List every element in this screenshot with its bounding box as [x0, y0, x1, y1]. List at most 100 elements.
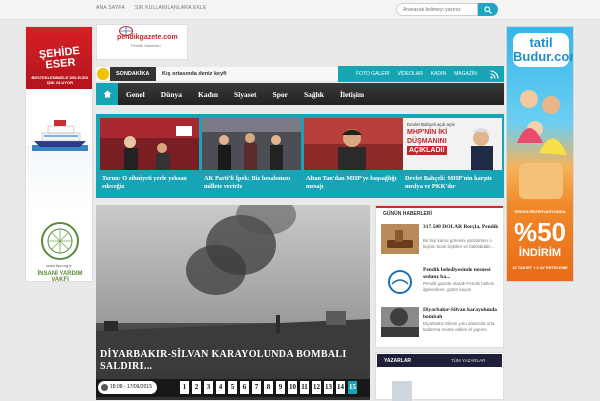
- slider-page-button[interactable]: 12: [312, 381, 321, 394]
- writers-header: YAZARLAR TÜM YAZARLAR: [377, 354, 502, 367]
- featured-story-time: 18:08 - 17/09/2015: [98, 381, 157, 394]
- headline-caption: Torun: O zihniyeti yerle yeksan edeceğiz: [102, 175, 187, 190]
- bookmark-link[interactable]: SIK KULLANILANLARA EKLE: [135, 5, 207, 11]
- nav-item-iletisim[interactable]: İletişim: [332, 90, 372, 99]
- headline-card[interactable]: AK Parti'li İpek: Biz hesabımızı millete…: [202, 118, 301, 196]
- slider-page-button[interactable]: 15: [348, 381, 357, 394]
- ad-indirim: İNDİRİM: [518, 247, 562, 259]
- headline-caption: Altan Tan'dan MHP'ye başsağlığı mesajı: [306, 175, 397, 190]
- ad-discount: %50: [513, 217, 567, 247]
- search-input[interactable]: [396, 3, 478, 16]
- news-title: Diyarbakır-Silvan karayolunda bombalı: [423, 307, 497, 320]
- slider-page-button[interactable]: 7: [252, 381, 261, 394]
- news-item[interactable]: Pendik belediyesinde nesnesi sedanz ba..…: [381, 267, 502, 307]
- slider-page-button[interactable]: 6: [240, 381, 249, 394]
- search-button[interactable]: [478, 3, 498, 16]
- home-button[interactable]: [96, 83, 118, 105]
- slider-page-button[interactable]: 10: [288, 381, 297, 394]
- featured-story-title[interactable]: DİYARBAKIR-SİLVAN KARAYOLUNDA BOMBALI SA…: [100, 349, 360, 373]
- smoke: [186, 245, 246, 295]
- logo-tagline: Pendik Haberleri: [131, 43, 161, 48]
- main-nav: Genel Dünya Kadın Siyaset Spor Sağlık İl…: [96, 83, 504, 105]
- headline-image-line: AÇIKLADI!: [407, 146, 447, 155]
- slider-page-button[interactable]: 4: [216, 381, 225, 394]
- ad-sea: [26, 145, 92, 215]
- home-link[interactable]: ANA SAYFA: [96, 5, 125, 11]
- slider-page-button[interactable]: 3: [204, 381, 213, 394]
- news-desc: Pendik gazete olarak Pendik halkını ilgi…: [423, 281, 495, 292]
- ship-image: [32, 120, 88, 151]
- secondary-nav: FOTO GALERİ VİDEOLAR KADIN MAGAZİN: [338, 66, 504, 82]
- daily-news-header: GÜNÜN HABERLERİ: [376, 206, 503, 219]
- subnav-magazine[interactable]: MAGAZİN: [454, 71, 477, 77]
- ad-brand: tatil Budur.com: [513, 35, 573, 64]
- headline-image-line: MHP'NİN İKİ: [407, 129, 448, 136]
- breaking-indicator-icon: [97, 68, 109, 80]
- news-title: Pendik belediyesinde nesnesi sedanz ba..…: [423, 267, 491, 280]
- headline-image-text: Devlet Bahçeli açık açık MHP'NİN İKİ DÜŞ…: [407, 122, 471, 155]
- top-bar: ANA SAYFA SIK KULLANILANLARA EKLE: [0, 0, 600, 20]
- site-logo[interactable]: pendikgazete.com Pendik Haberleri: [96, 24, 188, 60]
- foundation-seal-icon: [41, 222, 79, 260]
- featured-story-meta: 18:08 - 17/09/2015 1 2 3 4 5 6 7 8 9 10 11 12 13 14 15: [96, 379, 370, 397]
- all-writers-link[interactable]: TÜM YAZARLAR: [451, 358, 485, 363]
- slider-page-button[interactable]: 14: [336, 381, 345, 394]
- news-item[interactable]: Diyarbakır-Silvan karayolunda bombalı Di…: [381, 307, 502, 347]
- news-thumbnail: [381, 307, 419, 337]
- top-links: ANA SAYFA SIK KULLANILANLARA EKLE: [96, 5, 207, 11]
- daily-news-title: GÜNÜN HABERLERİ: [383, 211, 432, 217]
- slider-page-button[interactable]: 13: [324, 381, 333, 394]
- nav-item-kadin[interactable]: Kadın: [190, 90, 226, 99]
- rss-icon[interactable]: [490, 70, 499, 79]
- avatar[interactable]: [392, 381, 412, 401]
- nav-item-siyaset[interactable]: Siyaset: [226, 90, 265, 99]
- news-desc: Diyarbakır-Silvan yolu arasında orta kal…: [423, 321, 495, 332]
- writers-panel: YAZARLAR TÜM YAZARLAR: [375, 352, 504, 401]
- nav-item-genel[interactable]: Genel: [118, 90, 153, 99]
- ad-url: www.iiyv.org.tr: [46, 263, 72, 268]
- news-title: 317.500 DOLAR Borçla, Pendik: [423, 224, 499, 230]
- headline-caption: AK Parti'li İpek: Biz hesabımızı millete…: [204, 175, 291, 190]
- slider-page-button[interactable]: 1: [180, 381, 189, 394]
- ad-early-text: ERKEN REZERVASYONDA: [514, 209, 566, 214]
- breaking-news-link[interactable]: Kış ortasında deniz keyfi: [162, 71, 227, 77]
- nav-item-dunya[interactable]: Dünya: [153, 90, 190, 99]
- news-thumbnail: [381, 267, 419, 297]
- slider-page-button[interactable]: 5: [228, 381, 237, 394]
- left-banner-ad[interactable]: ŞEHİDE ESER BESTEKLENİNİZLE DELECEK IŞIK…: [25, 26, 93, 283]
- nav-item-spor[interactable]: Spor: [265, 90, 296, 99]
- subnav-videos[interactable]: VİDEOLAR: [398, 71, 423, 77]
- headline-strip: Torun: O zihniyeti yerle yeksan edeceğiz…: [96, 114, 504, 198]
- slider-page-button[interactable]: 2: [192, 381, 201, 394]
- search-icon: [484, 6, 492, 14]
- logo-brand: pendikgazete.com: [117, 34, 178, 41]
- home-icon: [103, 90, 111, 98]
- beach-people-image: [517, 90, 567, 199]
- breaking-label: SONDAKİKA: [110, 67, 157, 81]
- headline-card[interactable]: Devlet Bahçeli açık açık MHP'NİN İKİ DÜŞ…: [403, 118, 502, 196]
- nav-item-saglik[interactable]: Sağlık: [296, 90, 332, 99]
- ad-taksit: 12 TAKSİT + 2 AY ERTELEME: [512, 265, 568, 270]
- right-banner-ad[interactable]: tatil Budur.com ERKEN REZERVASYONDA %50 …: [506, 26, 574, 282]
- ad-brand-logo: tatil Budur.com: [513, 33, 573, 67]
- subnav-photo-gallery[interactable]: FOTO GALERİ: [356, 71, 390, 77]
- news-desc: Bir kişi kamu görevini yürütürken o kişi…: [423, 238, 495, 249]
- ad-org: İNSANİ YARDIM VAKFI: [37, 271, 83, 283]
- news-thumbnail: [381, 224, 419, 254]
- slider-pager: 1 2 3 4 5 6 7 8 9 10 11 12 13 14 15: [180, 381, 357, 394]
- headline-image: [100, 118, 199, 170]
- headline-image-line: DÜŞMANINI: [407, 138, 447, 145]
- headline-image: [304, 118, 403, 170]
- news-item[interactable]: 317.500 DOLAR Borçla, Pendik Bir kişi ka…: [381, 224, 502, 264]
- slider-page-button[interactable]: 11: [300, 381, 309, 394]
- headline-image: [202, 118, 301, 170]
- ad-subtitle: BESTEKLENİNİZLE DELECEK IŞIK OLUYOR: [31, 75, 89, 85]
- writers-title: YAZARLAR: [384, 358, 412, 364]
- slider-page-button[interactable]: 9: [276, 381, 285, 394]
- slider-page-button[interactable]: 8: [264, 381, 273, 394]
- headline-card[interactable]: Altan Tan'dan MHP'ye başsağlığı mesajı: [304, 118, 403, 196]
- headline-caption: Devlet Bahçeli: MHP'nin karşıtı medya ve…: [405, 175, 492, 190]
- daily-news-panel: GÜNÜN HABERLERİ 317.500 DOLAR Borçla, Pe…: [375, 205, 504, 348]
- subnav-women[interactable]: KADIN: [431, 71, 446, 77]
- headline-card[interactable]: Torun: O zihniyeti yerle yeksan edeceğiz: [100, 118, 199, 196]
